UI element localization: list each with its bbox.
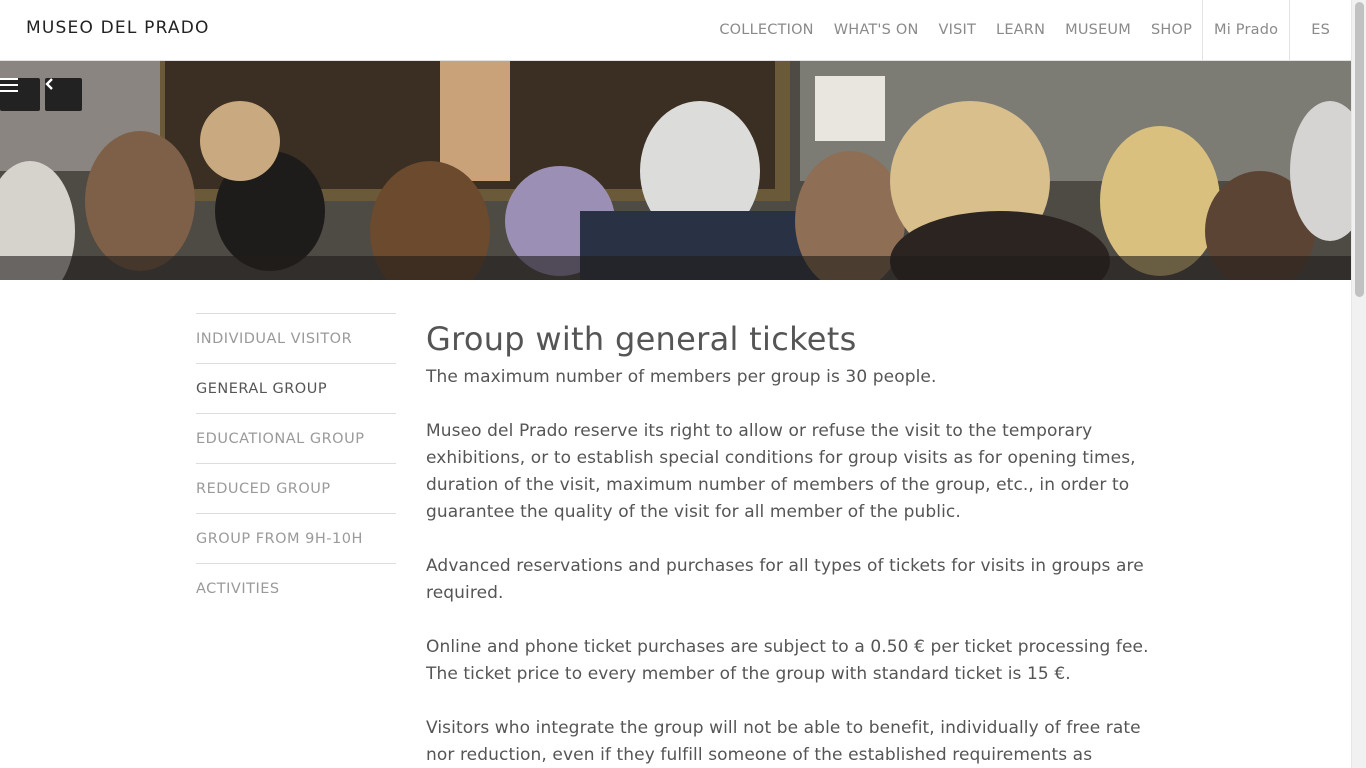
page-title: Group with general tickets [426, 320, 857, 358]
mi-prado-link[interactable]: Mi Prado [1203, 0, 1289, 60]
nav-collection[interactable]: COLLECTION [709, 0, 823, 60]
paragraph-reductions: Visitors who integrate the group will no… [426, 718, 1141, 765]
sidebar-item-reduced-group[interactable]: REDUCED GROUP [196, 463, 396, 513]
hero-visitors-photo [0, 61, 1351, 280]
paragraph-pricing: Online and phone ticket purchases are su… [426, 637, 1149, 684]
nav-museum[interactable]: MUSEUM [1055, 0, 1141, 60]
site-logo[interactable]: MUSEO DEL PRADO [26, 18, 210, 38]
page: MUSEO DEL PRADO COLLECTION WHAT'S ON VIS… [0, 0, 1366, 768]
main-content: Group with general tickets The maximum n… [426, 318, 1156, 768]
chevron-left-icon [45, 78, 53, 90]
back-button[interactable] [45, 78, 82, 111]
hero-image [0, 61, 1351, 280]
section-sidebar: INDIVIDUAL VISITOR GENERAL GROUP EDUCATI… [196, 313, 396, 613]
paragraph-max-members: The maximum number of members per group … [426, 367, 937, 387]
sidebar-item-general-group[interactable]: GENERAL GROUP [196, 363, 396, 413]
hamburger-menu-icon [0, 78, 18, 92]
nav-visit[interactable]: VISIT [929, 0, 987, 60]
site-header: MUSEO DEL PRADO COLLECTION WHAT'S ON VIS… [0, 0, 1351, 61]
scrollbar-thumb[interactable] [1355, 2, 1364, 297]
sidebar-item-activities[interactable]: ACTIVITIES [196, 563, 396, 613]
sidebar-item-individual-visitor[interactable]: INDIVIDUAL VISITOR [196, 313, 396, 363]
main-nav: COLLECTION WHAT'S ON VISIT LEARN MUSEUM … [709, 0, 1351, 60]
nav-whats-on[interactable]: WHAT'S ON [824, 0, 929, 60]
nav-learn[interactable]: LEARN [986, 0, 1055, 60]
paragraph-rights: Museo del Prado reserve its right to all… [426, 421, 1136, 522]
nav-shop[interactable]: SHOP [1141, 0, 1202, 60]
language-switch[interactable]: ES [1290, 0, 1351, 60]
sidebar-item-group-9h-10h[interactable]: GROUP FROM 9H-10H [196, 513, 396, 563]
page-scrollbar[interactable] [1351, 0, 1366, 768]
menu-button[interactable] [0, 78, 40, 111]
sidebar-item-educational-group[interactable]: EDUCATIONAL GROUP [196, 413, 396, 463]
paragraph-reservations: Advanced reservations and purchases for … [426, 556, 1144, 603]
